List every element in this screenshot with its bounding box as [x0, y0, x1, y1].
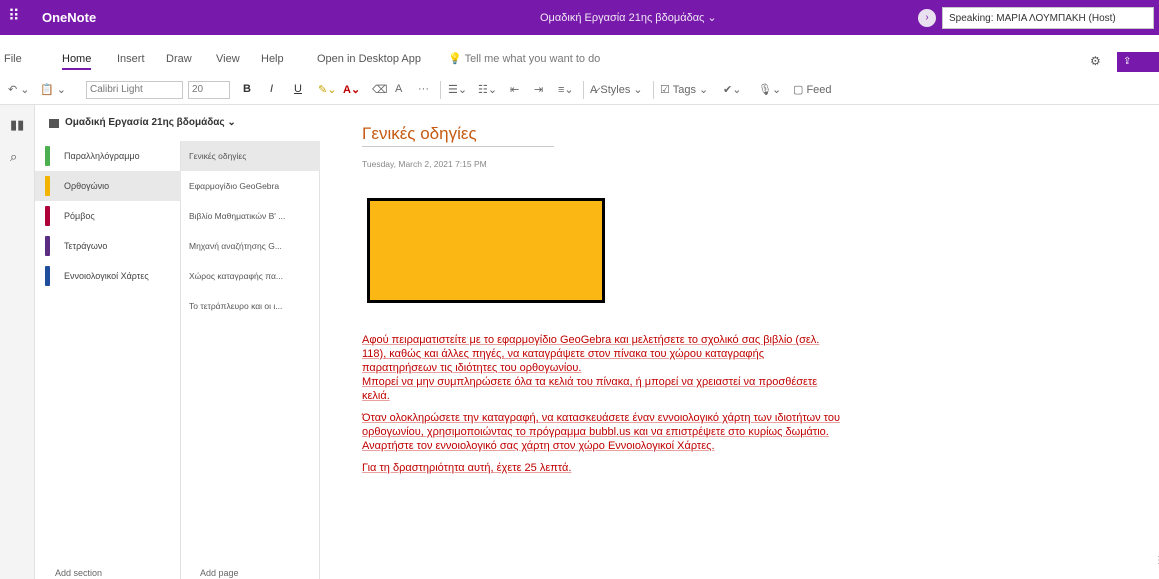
numbering-icon[interactable]: ☷⌄ [478, 83, 497, 96]
text-effects-icon[interactable]: A [395, 83, 402, 95]
align-icon[interactable]: ≡⌄ [558, 83, 574, 96]
speaking-indicator: › Speaking: ΜΑΡΙΑ ΛΟΥΜΠΑΚΗ (Host) [918, 7, 1154, 29]
outdent-icon[interactable]: ⇤ [510, 83, 519, 96]
app-name[interactable]: OneNote [42, 10, 96, 25]
share-button[interactable]: ⇪ Share [1117, 52, 1159, 87]
section-item[interactable]: Παραλληλόγραμμο [35, 141, 181, 171]
styles-button[interactable]: A̷ Styles ⌄ [590, 83, 643, 96]
styles-icon: A̷ [590, 84, 601, 96]
page-label: Γενικές οδηγίες [189, 151, 247, 161]
body-paragraph: Αφού πειραματιστείτε με το εφαρμογίδιο G… [362, 334, 820, 374]
settings-icon[interactable]: ⚙ [1090, 54, 1101, 68]
styles-label: Styles [600, 84, 631, 96]
page-item[interactable]: Γενικές οδηγίες [181, 141, 320, 171]
tab-home[interactable]: Home [62, 53, 92, 70]
italic-button[interactable]: I [270, 83, 273, 95]
page-label: Βιβλίο Μαθηματικών Β' ... [189, 211, 286, 221]
section-label: Ρόμβος [64, 211, 95, 221]
search-icon[interactable]: ⌕ [10, 149, 17, 165]
section-item[interactable]: Εννοιολογικοί Χάρτες [35, 261, 181, 291]
font-name-select[interactable]: Calibri Light [86, 81, 183, 99]
tell-me-search[interactable]: 💡 Tell me what you want to do [448, 52, 600, 65]
clipboard-icon[interactable]: 📋 ⌄ [40, 83, 66, 96]
more-icon[interactable]: ··· [418, 83, 429, 95]
app-header: ⠿ OneNote Ομαδική Εργασία 21ης βδομάδας … [0, 0, 1159, 35]
notebook-title[interactable]: Ομαδική Εργασία 21ης βδομάδας ⌄ [540, 11, 717, 24]
app-launcher-icon[interactable]: ⠿ [8, 8, 26, 26]
page-body[interactable]: Αφού πειραματιστείτε με το εφαρμογίδιο G… [362, 333, 842, 483]
tab-view[interactable]: View [216, 53, 240, 65]
formatting-toolbar: ↶ ⌄ 📋 ⌄ Calibri Light 20 B I U ✎⌄ A⌄ ⌫ A… [0, 75, 1159, 105]
feed-label: Feed [806, 84, 832, 96]
nav-rail: ▮▮ ⌕ [0, 105, 35, 579]
page-label: Εφαρμογίδιο GeoGebra [189, 181, 280, 191]
sections-pane: Παραλληλόγραμμο Ορθογώνιο Ρόμβος Τετράγω… [35, 141, 181, 579]
section-color-tab [45, 206, 50, 226]
tags-label: Tags [672, 84, 696, 96]
underline-button[interactable]: U [294, 83, 302, 95]
section-item[interactable]: Τετράγωνο [35, 231, 181, 261]
highlight-icon[interactable]: ✎⌄ [318, 83, 336, 96]
scroll-indicator[interactable]: ⋮ [1154, 555, 1159, 566]
add-section-button[interactable]: Add section [55, 568, 102, 578]
dictate-icon[interactable]: 🎙⌄ [758, 83, 781, 96]
page-title[interactable]: Γενικές οδηγίες [362, 124, 554, 147]
section-label: Εννοιολογικοί Χάρτες [64, 271, 149, 281]
divider [653, 81, 654, 99]
body-paragraph: Μπορεί να μην συμπληρώσετε όλα τα κελιά … [362, 376, 818, 402]
section-label: Ορθογώνιο [64, 181, 110, 191]
bullets-icon[interactable]: ☰⌄ [448, 83, 467, 96]
body-paragraph: Για τη δραστηριότητα αυτή, έχετε 25 λεπτ… [362, 462, 572, 474]
notebook-icon [49, 119, 59, 128]
tell-me-label: Tell me what you want to do [464, 53, 601, 65]
page-item[interactable]: Βιβλίο Μαθηματικών Β' ... [181, 201, 320, 231]
notebook-header[interactable]: Ομαδική Εργασία 21ης βδομάδας ⌄ [35, 105, 320, 141]
page-item[interactable]: Εφαρμογίδιο GeoGebra [181, 171, 320, 201]
section-color-tab [45, 266, 50, 286]
undo-icon[interactable]: ↶ ⌄ [8, 83, 30, 96]
page-label: Χώρος καταγραφής πα... [189, 271, 283, 281]
yellow-rectangle[interactable] [367, 198, 605, 303]
lightbulb-icon: 💡 [448, 53, 465, 65]
page-label: Το τετράπλευρο και οι ι... [189, 301, 283, 311]
indent-icon[interactable]: ⇥ [534, 83, 543, 96]
feed-icon: ▢ [793, 84, 807, 96]
feed-button[interactable]: ▢ Feed [793, 83, 832, 96]
section-item[interactable]: Ρόμβος [35, 201, 181, 231]
add-page-button[interactable]: Add page [200, 568, 239, 578]
font-color-icon[interactable]: A⌄ [343, 83, 360, 96]
clear-format-icon[interactable]: ⌫ [372, 83, 388, 96]
page-item[interactable]: Μηχανή αναζήτησης G... [181, 231, 320, 261]
notebooks-icon[interactable]: ▮▮ [10, 117, 24, 133]
tags-button[interactable]: ☑ Tags ⌄ [660, 83, 708, 96]
share-icon: ⇪ [1123, 56, 1132, 67]
section-color-tab [45, 146, 50, 166]
page-label: Μηχανή αναζήτησης G... [189, 241, 282, 251]
divider [440, 81, 441, 99]
page-item[interactable]: Χώρος καταγραφής πα... [181, 261, 320, 291]
section-label: Τετράγωνο [64, 241, 108, 251]
section-label: Παραλληλόγραμμο [64, 151, 140, 161]
pages-pane: Γενικές οδηγίες Εφαρμογίδιο GeoGebra Βιβ… [181, 141, 320, 579]
section-color-tab [45, 176, 50, 196]
body-paragraph: Όταν ολοκληρώσετε την καταγραφή, να κατα… [362, 412, 840, 452]
page-item[interactable]: Το τετράπλευρο και οι ι... [181, 291, 320, 321]
tag-icon: ☑ [660, 84, 673, 96]
tab-file[interactable]: File [4, 53, 22, 65]
page-date: Tuesday, March 2, 2021 7:15 PM [362, 159, 487, 169]
spelling-icon[interactable]: ✔⌄ [723, 83, 741, 96]
tab-help[interactable]: Help [261, 53, 284, 65]
notebook-name: Ομαδική Εργασία 21ης βδομάδας ⌄ [65, 117, 236, 128]
section-color-tab [45, 236, 50, 256]
tab-draw[interactable]: Draw [166, 53, 192, 65]
ribbon-tabs: File Home Insert Draw View Help Open in … [0, 35, 1159, 87]
bold-button[interactable]: B [243, 83, 251, 95]
font-size-select[interactable]: 20 [188, 81, 230, 99]
expand-arrow-icon[interactable]: › [918, 9, 936, 27]
open-desktop-app-button[interactable]: Open in Desktop App [317, 53, 421, 65]
section-item[interactable]: Ορθογώνιο [35, 171, 181, 201]
divider [583, 81, 584, 99]
speaking-text: Speaking: ΜΑΡΙΑ ΛΟΥΜΠΑΚΗ (Host) [942, 7, 1154, 29]
tab-insert[interactable]: Insert [117, 53, 145, 65]
